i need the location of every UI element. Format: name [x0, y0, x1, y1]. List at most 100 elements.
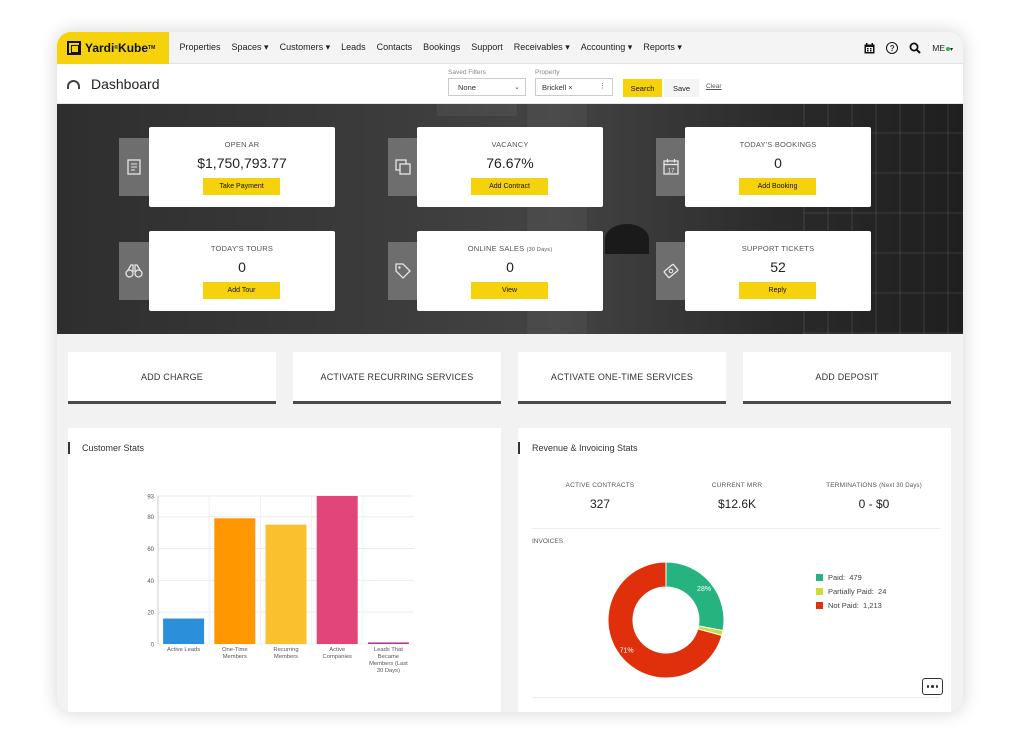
receipt-icon — [119, 138, 149, 196]
saved-filters-select[interactable]: None ⌄ — [448, 78, 526, 96]
reply-button[interactable]: Reply — [739, 282, 816, 299]
nav-item-receivables[interactable]: Receivables ▾ — [508, 42, 575, 53]
take-payment-button[interactable]: Take Payment — [203, 178, 280, 195]
property-select[interactable]: Brickell × ⋮ — [535, 78, 613, 96]
property-label: Property — [535, 69, 560, 76]
bar[interactable] — [316, 496, 358, 644]
activate-one-time-services-button[interactable]: ACTIVATE ONE-TIME SERVICES — [518, 352, 726, 404]
x-tick-label: Leads That — [374, 647, 403, 653]
nav-tools: ? ME ▾ — [863, 32, 953, 64]
help-icon[interactable]: ? — [886, 42, 899, 54]
view-sales-button[interactable]: View — [471, 282, 548, 299]
x-tick-label: One-Time — [222, 647, 248, 653]
brand-product: Kube — [118, 40, 149, 55]
legend-item[interactable]: Paid: 479 — [816, 570, 886, 584]
bar[interactable] — [265, 524, 307, 644]
top-nav: Yardi ® Kube TM Properties Spaces ▾ Custom… — [57, 32, 963, 64]
page-title: Dashboard — [91, 76, 160, 92]
legend-swatch — [816, 587, 823, 595]
calendar-icon: 17 — [656, 138, 686, 196]
nav-item-customers[interactable]: Customers ▾ — [274, 42, 336, 53]
invoices-legend: Paid: 479 Partially Paid: 24 Not Paid: 1,2… — [816, 570, 886, 612]
user-initials: ME — [932, 43, 945, 53]
nav-item-reports[interactable]: Reports ▾ — [638, 42, 688, 53]
x-tick-label: Members (Last — [369, 661, 408, 667]
clear-filter-link[interactable]: Clear — [706, 83, 722, 90]
nav-item-properties[interactable]: Properties — [174, 42, 226, 53]
page-title-group: Dashboard — [67, 76, 160, 92]
user-menu[interactable]: ME ▾ — [932, 43, 953, 53]
pie-slice[interactable] — [665, 561, 725, 632]
bar[interactable] — [163, 618, 205, 644]
stat-card-todays-tours: TODAY'S TOURS 0 Add Tour — [149, 231, 335, 311]
brand-logo[interactable]: Yardi ® Kube TM — [57, 32, 169, 64]
y-tick-label: 0 — [151, 643, 155, 649]
save-filter-button[interactable]: Save — [664, 79, 699, 97]
stat-value: $12.6K — [717, 497, 757, 511]
stat-value: 52 — [770, 259, 786, 275]
property-value[interactable]: Brickell × — [542, 83, 573, 92]
legend-swatch — [816, 601, 823, 609]
saved-filters-label: Saved Filters — [448, 69, 486, 76]
stat-card-online-sales: ONLINE SALES (30 Days) 0 View — [417, 231, 603, 311]
stat-label-text: ONLINE SALES — [467, 244, 525, 253]
stat-card-open-ar: OPEN AR $1,750,793.77 Take Payment — [149, 127, 335, 207]
x-tick-label: 30 Days) — [377, 668, 400, 674]
nav-item-contacts[interactable]: Contacts — [371, 42, 418, 53]
legend-item[interactable]: Partially Paid: 24 — [816, 584, 886, 598]
activate-recurring-services-button[interactable]: ACTIVATE RECURRING SERVICES — [293, 352, 501, 404]
invoices-label: INVOICES — [532, 538, 564, 545]
copy-icon — [388, 138, 418, 196]
add-tour-button[interactable]: Add Tour — [203, 282, 280, 299]
chevron-down-icon: ⌄ — [514, 84, 520, 91]
x-tick-label: Became — [378, 654, 399, 660]
calendar-icon[interactable] — [863, 42, 875, 54]
stat-label-text: TERMINATIONS — [826, 482, 878, 489]
terminations-stat: TERMINATIONS (Next 30 Days) 0 - $0 — [811, 482, 937, 511]
nav-item-accounting[interactable]: Accounting ▾ — [575, 42, 638, 53]
active-contracts-stat: ACTIVE CONTRACTS 327 — [552, 482, 648, 511]
legend-label: Not Paid: 1,213 — [828, 600, 882, 610]
nav-item-support[interactable]: Support — [466, 42, 509, 53]
nav-item-spaces[interactable]: Spaces ▾ — [226, 42, 274, 53]
add-booking-button[interactable]: Add Booking — [739, 178, 816, 195]
y-tick-label: 60 — [147, 547, 154, 553]
bar[interactable] — [367, 642, 409, 644]
add-charge-button[interactable]: ADD CHARGE — [68, 352, 276, 404]
stat-value: 76.67% — [486, 155, 534, 171]
stat-label-note: (30 Days) — [526, 247, 553, 253]
panel-title: Revenue & Invoicing Stats — [518, 442, 638, 454]
stat-value: 0 — [238, 259, 246, 275]
y-tick-label: 80 — [147, 515, 154, 521]
calendar-day-number: 17 — [667, 167, 675, 174]
legend-label: Paid: 479 — [828, 572, 862, 582]
search-button[interactable]: Search — [623, 79, 662, 97]
legend-label: Partially Paid: 24 — [828, 586, 887, 596]
chat-icon[interactable] — [922, 678, 943, 695]
search-icon[interactable] — [909, 42, 921, 54]
bar[interactable] — [214, 518, 256, 644]
stat-label: ACTIVE CONTRACTS — [565, 482, 635, 489]
stat-value: 327 — [589, 497, 611, 511]
stat-value: 0 — [506, 259, 514, 275]
stat-label: TODAY'S BOOKINGS — [739, 140, 817, 149]
current-mrr-stat: CURRENT MRR $12.6K — [689, 482, 785, 511]
more-vertical-icon: ⋮ — [599, 83, 606, 90]
legend-item[interactable]: Not Paid: 1,213 — [816, 598, 886, 612]
stat-label: ONLINE SALES (30 Days) — [417, 244, 603, 253]
legend-swatch — [816, 573, 823, 581]
tag-icon — [388, 242, 418, 300]
nav-item-leads[interactable]: Leads — [336, 42, 372, 53]
nav-item-bookings[interactable]: Bookings — [418, 42, 466, 53]
dashboard-gauge-icon — [67, 79, 80, 89]
add-deposit-button[interactable]: ADD DEPOSIT — [743, 352, 951, 404]
x-tick-label: Active Leads — [167, 647, 200, 653]
stat-label: SUPPORT TICKETS — [741, 244, 815, 253]
stat-value: 0 - $0 — [858, 497, 890, 511]
x-tick-label: Recurring — [273, 647, 298, 653]
brand-tm: TM — [148, 44, 156, 51]
add-contract-button[interactable]: Add Contract — [471, 178, 548, 195]
logo-mark-icon — [67, 40, 81, 55]
divider — [532, 528, 940, 529]
brand-name: Yardi — [85, 40, 115, 55]
